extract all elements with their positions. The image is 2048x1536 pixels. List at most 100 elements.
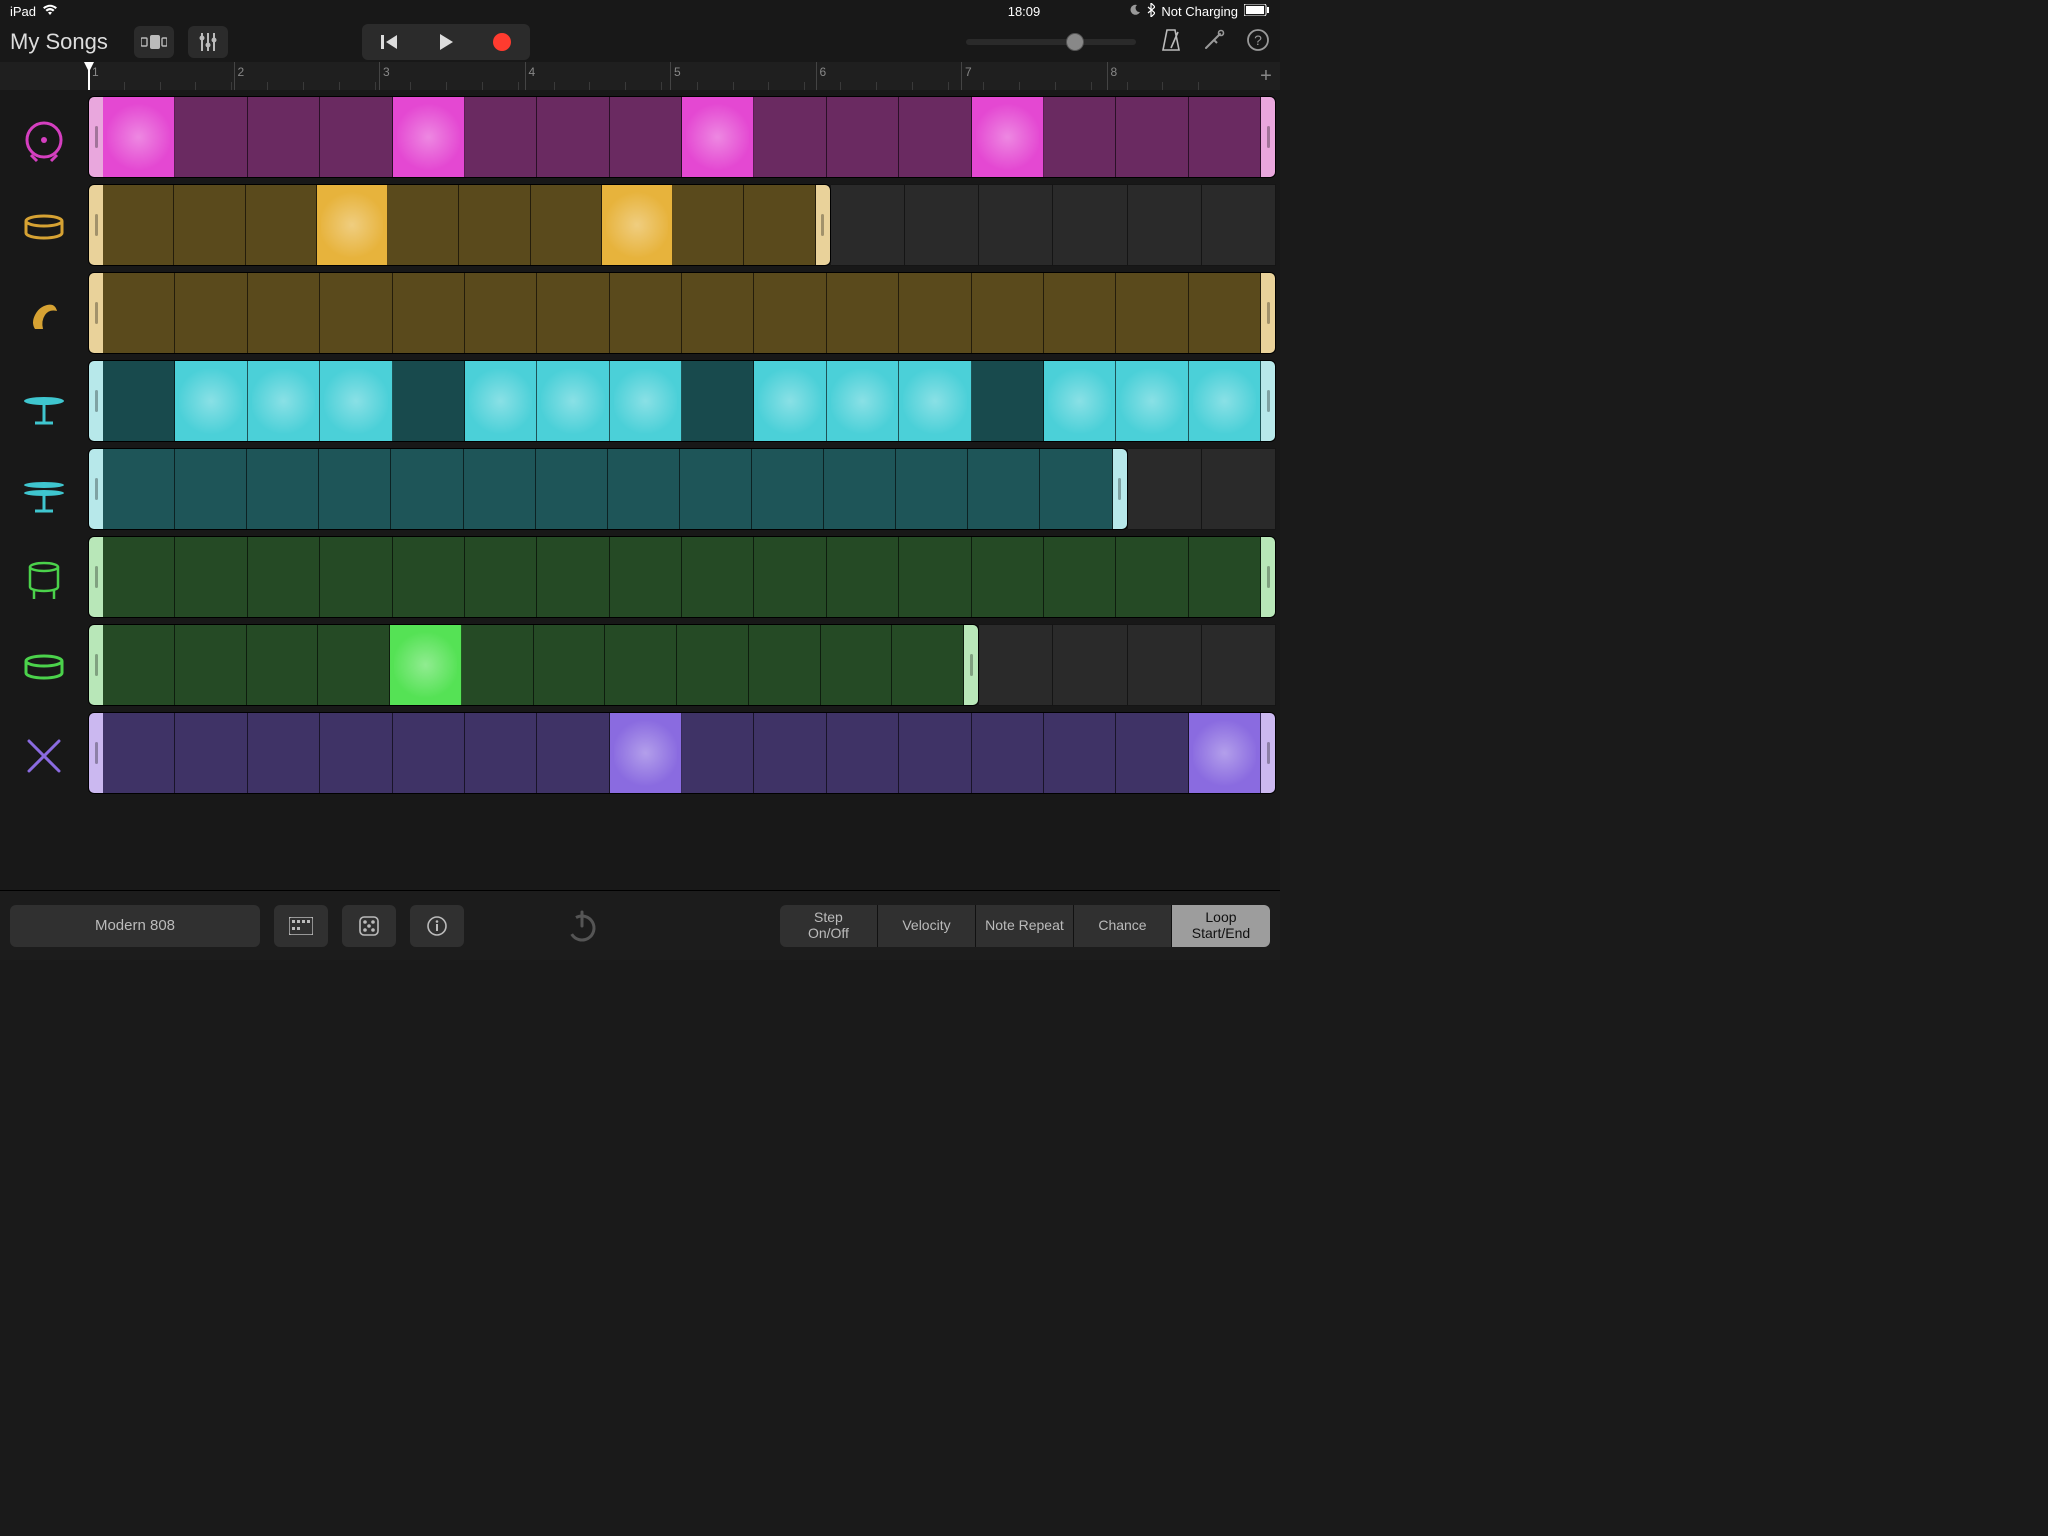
step-cell[interactable] [896,449,968,529]
step-cell[interactable] [821,625,893,705]
step-cell[interactable] [899,273,971,353]
step-cell[interactable] [899,97,971,177]
step-cell[interactable] [174,185,245,265]
step-cell[interactable] [1116,273,1188,353]
tom-track-icon[interactable] [0,536,88,624]
step-cell[interactable] [317,185,388,265]
step-cell[interactable] [465,537,537,617]
mode-step-on-off-button[interactable]: Step On/Off [780,905,878,947]
step-cell[interactable] [320,273,392,353]
randomize-button[interactable] [342,905,396,947]
step-cell[interactable] [537,537,609,617]
slider-knob[interactable] [1066,33,1084,51]
step-cell[interactable] [1044,361,1116,441]
step-cell[interactable] [465,713,537,793]
mode-note-repeat-button[interactable]: Note Repeat [976,905,1074,947]
step-cell[interactable] [103,97,175,177]
step-cell[interactable] [175,713,247,793]
sticks-track-icon[interactable] [0,712,88,800]
step-cell[interactable] [682,97,754,177]
step-cell[interactable] [972,273,1044,353]
step-cell[interactable] [175,625,247,705]
step-cell[interactable] [899,537,971,617]
step-cell[interactable] [536,449,608,529]
step-cell[interactable] [175,97,247,177]
loop-start-handle[interactable] [89,537,103,617]
step-cell[interactable] [899,713,971,793]
step-cell[interactable] [175,273,247,353]
step-cell[interactable] [827,713,899,793]
clap-track-icon[interactable] [0,272,88,360]
step-cell[interactable] [320,97,392,177]
hihat-closed-track-icon[interactable] [0,360,88,448]
mode-velocity-button[interactable]: Velocity [878,905,976,947]
step-cell[interactable] [320,713,392,793]
step-cell[interactable] [754,537,826,617]
step-cell[interactable] [827,97,899,177]
step-cell[interactable] [1116,97,1188,177]
step-cell[interactable] [610,97,682,177]
loop-end-handle[interactable] [816,185,830,265]
step-cell[interactable] [465,97,537,177]
loop-end-handle[interactable] [1261,273,1275,353]
add-section-button[interactable]: + [1252,62,1280,90]
step-cell[interactable] [1116,537,1188,617]
step-cell[interactable] [892,625,964,705]
kit-selector-button[interactable]: Modern 808 [10,905,260,947]
step-cell[interactable] [103,713,175,793]
loop-end-handle[interactable] [964,625,978,705]
step-cell[interactable] [610,273,682,353]
loop-start-handle[interactable] [89,361,103,441]
metronome-icon[interactable] [1160,28,1182,57]
step-cell[interactable] [537,97,609,177]
step-cell[interactable] [972,97,1044,177]
step-cell[interactable] [682,537,754,617]
step-cell[interactable] [248,537,320,617]
go-to-start-button[interactable] [362,24,418,60]
step-cell[interactable] [175,449,247,529]
my-songs-button[interactable]: My Songs [10,29,120,55]
master-volume-slider[interactable] [966,39,1136,45]
loop-end-handle[interactable] [1261,97,1275,177]
step-cell[interactable] [531,185,602,265]
step-cell[interactable] [754,713,826,793]
step-cell[interactable] [605,625,677,705]
mixer-button[interactable] [188,26,228,58]
step-cell[interactable] [465,273,537,353]
step-cell[interactable] [682,713,754,793]
step-cell[interactable] [972,361,1044,441]
loop-start-handle[interactable] [89,97,103,177]
step-cell[interactable] [393,537,465,617]
step-cell[interactable] [319,449,391,529]
step-cell[interactable] [103,449,175,529]
step-cell[interactable] [972,537,1044,617]
mode-chance-button[interactable]: Chance [1074,905,1172,947]
kick-track-icon[interactable] [0,96,88,184]
step-cell[interactable] [320,361,392,441]
step-cell[interactable] [610,713,682,793]
loop-start-handle[interactable] [89,713,103,793]
step-cell[interactable] [462,625,534,705]
step-cell[interactable] [247,449,319,529]
step-cell[interactable] [393,273,465,353]
step-cell[interactable] [103,361,175,441]
step-cell[interactable] [972,713,1044,793]
step-cell[interactable] [103,625,175,705]
step-cell[interactable] [388,185,459,265]
step-cell[interactable] [247,625,319,705]
settings-button[interactable] [1202,28,1226,57]
step-cell[interactable] [1116,361,1188,441]
pattern-settings-button[interactable] [274,905,328,947]
loop-start-handle[interactable] [89,273,103,353]
help-button[interactable]: ? [1246,28,1270,57]
step-cell[interactable] [248,273,320,353]
step-cell[interactable] [682,361,754,441]
timeline-ruler[interactable]: 12345678 [88,62,1252,90]
step-cell[interactable] [390,625,462,705]
step-cell[interactable] [393,97,465,177]
step-cell[interactable] [1189,273,1261,353]
step-cell[interactable] [246,185,317,265]
step-cell[interactable] [103,273,175,353]
step-cell[interactable] [464,449,536,529]
step-cell[interactable] [1044,537,1116,617]
